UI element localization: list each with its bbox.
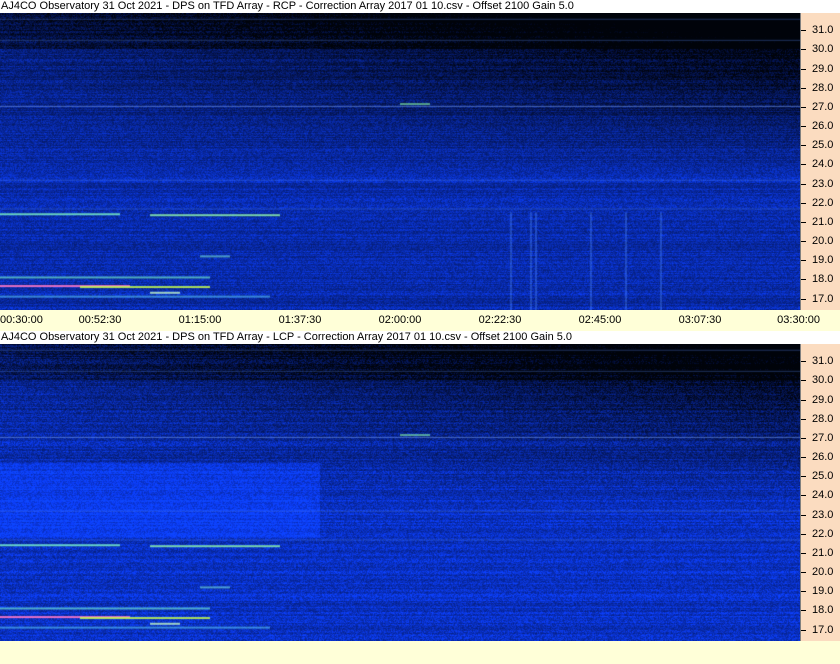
y-tick-label: 27.0 xyxy=(812,100,834,113)
y-tick-label: 27.0 xyxy=(812,431,834,444)
y-tick xyxy=(801,164,806,166)
y-tick-label: 28.0 xyxy=(812,81,834,94)
y-tick-label: 31.0 xyxy=(812,355,834,368)
y-tick-label: 31.0 xyxy=(812,24,834,37)
y-tick xyxy=(801,49,806,51)
y-tick xyxy=(801,260,806,262)
y-tick xyxy=(801,68,806,70)
y-tick-label: 24.0 xyxy=(812,158,834,171)
y-tick xyxy=(801,514,806,516)
y-tick xyxy=(801,30,806,32)
y-tick-label: 30.0 xyxy=(812,374,834,387)
y-tick-label: 26.0 xyxy=(812,451,834,464)
y-tick-label: 19.0 xyxy=(812,254,834,267)
y-tick-label: 26.0 xyxy=(812,120,834,133)
y-tick xyxy=(801,380,806,382)
y-tick xyxy=(801,399,806,401)
y-tick-label: 30.0 xyxy=(812,43,834,56)
y-tick xyxy=(801,145,806,147)
y-tick-label: 21.0 xyxy=(812,215,834,228)
y-tick xyxy=(801,126,806,128)
y-tick-label: 23.0 xyxy=(812,177,834,190)
x-tick-label: 03:30:00 xyxy=(777,314,820,326)
chart-title: AJ4CO Observatory 31 Oct 2021 - DPS on T… xyxy=(0,0,840,13)
y-tick-label: 20.0 xyxy=(812,235,834,248)
x-tick-label: 02:22:30 xyxy=(478,314,522,326)
y-tick-label: 29.0 xyxy=(812,393,834,406)
y-tick-label: 20.0 xyxy=(812,566,834,579)
y-tick xyxy=(801,87,806,89)
y-tick-label: 22.0 xyxy=(812,527,834,540)
y-tick-label: 21.0 xyxy=(812,546,834,559)
y-tick xyxy=(801,610,806,612)
x-tick-label: 03:07:30 xyxy=(678,314,722,326)
spectrogram-plot xyxy=(0,344,800,641)
y-tick xyxy=(801,437,806,439)
y-tick xyxy=(801,572,806,574)
spectrogram-panel-lcp: AJ4CO Observatory 31 Oct 2021 - DPS on T… xyxy=(0,331,840,664)
y-tick-label: 29.0 xyxy=(812,62,834,75)
x-tick-label: 02:00:00 xyxy=(378,314,422,326)
y-tick xyxy=(801,298,806,300)
y-tick-label: 22.0 xyxy=(812,196,834,209)
y-tick-label: 24.0 xyxy=(812,489,834,502)
y-axis: 31.0 30.0 29.0 28.0 27.0 26.0 25.0 24.0 23.0 22.0… xyxy=(800,13,840,310)
y-tick xyxy=(801,457,806,459)
y-axis: 31.0 30.0 29.0 28.0 27.0 26.0 25.0 24.0 23.0 22.0… xyxy=(800,344,840,641)
x-tick-label: 00:30:00 xyxy=(0,314,43,326)
y-tick-label: 28.0 xyxy=(812,412,834,425)
x-tick-label: 01:37:30 xyxy=(278,314,322,326)
y-tick xyxy=(801,183,806,185)
y-tick-label: 25.0 xyxy=(812,139,834,152)
y-tick xyxy=(801,591,806,593)
y-tick-label: 23.0 xyxy=(812,508,834,521)
y-tick xyxy=(801,221,806,223)
y-tick xyxy=(801,629,806,631)
y-tick-label: 18.0 xyxy=(812,273,834,286)
y-tick-label: 25.0 xyxy=(812,470,834,483)
x-tick-label: 02:45:00 xyxy=(578,314,622,326)
y-tick-label: 17.0 xyxy=(812,292,834,305)
y-tick-label: 17.0 xyxy=(812,623,834,636)
x-axis xyxy=(0,641,840,664)
y-tick xyxy=(801,202,806,204)
y-tick xyxy=(801,361,806,363)
y-tick-label: 18.0 xyxy=(812,604,834,617)
y-tick xyxy=(801,495,806,497)
x-axis: 00:30:00 00:52:30 01:15:00 01:37:30 02:00:00… xyxy=(0,310,840,331)
spectrogram-plot xyxy=(0,13,800,310)
y-tick xyxy=(801,533,806,535)
y-tick xyxy=(801,279,806,281)
chart-title: AJ4CO Observatory 31 Oct 2021 - DPS on T… xyxy=(0,331,840,344)
spectrogram-panel-rcp: AJ4CO Observatory 31 Oct 2021 - DPS on T… xyxy=(0,0,840,331)
y-tick xyxy=(801,552,806,554)
y-tick xyxy=(801,476,806,478)
x-tick-label: 00:52:30 xyxy=(78,314,122,326)
y-tick-label: 19.0 xyxy=(812,585,834,598)
y-tick xyxy=(801,106,806,108)
y-tick xyxy=(801,241,806,243)
x-tick-label: 01:15:00 xyxy=(178,314,222,326)
y-tick xyxy=(801,418,806,420)
